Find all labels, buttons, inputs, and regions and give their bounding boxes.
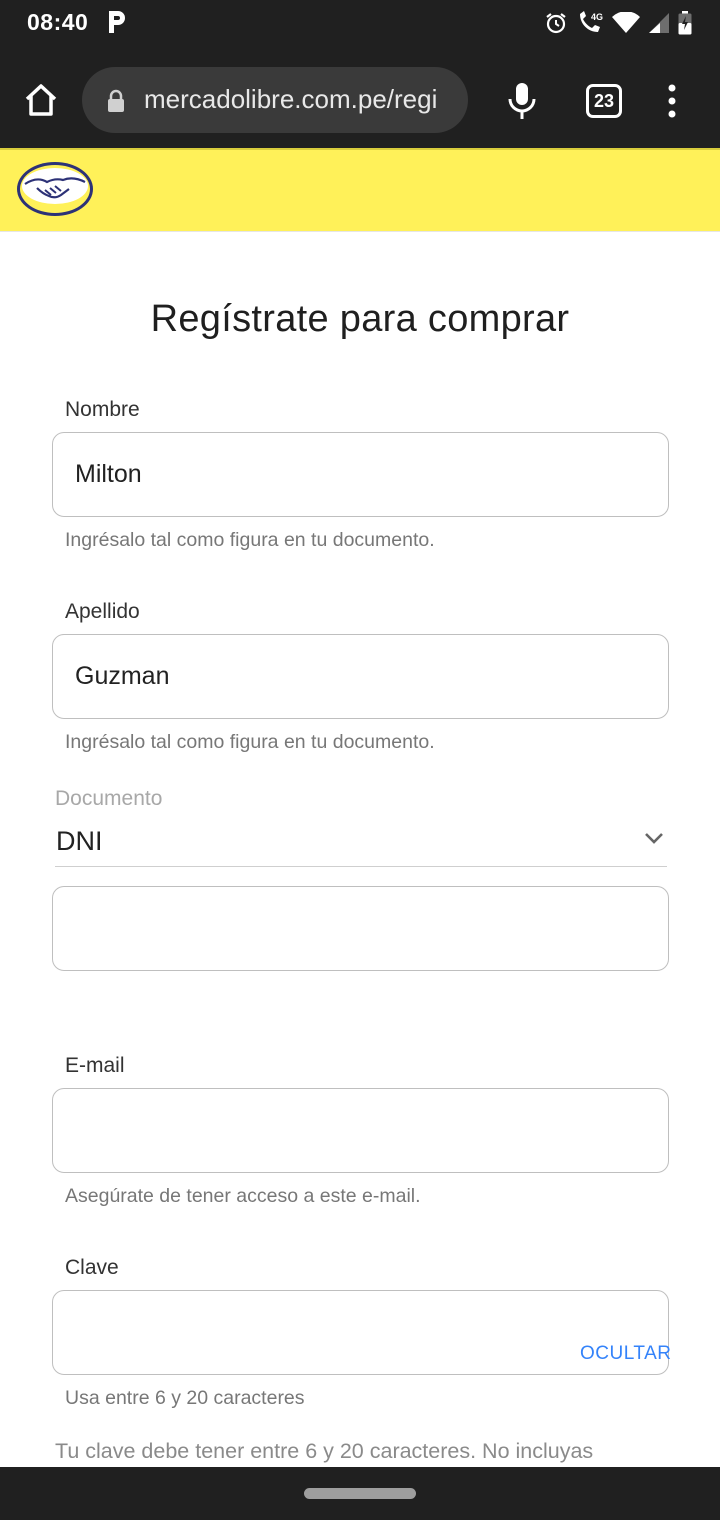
password-input[interactable]: [52, 1290, 669, 1375]
documento-type-value: DNI: [56, 826, 103, 856]
system-navigation-bar: [0, 1467, 720, 1520]
address-bar[interactable]: mercadolibre.com.pe/regi: [82, 67, 468, 133]
documento-type-select[interactable]: DNI: [55, 820, 667, 867]
url-text: mercadolibre.com.pe/regi: [144, 84, 438, 114]
mercadolibre-logo[interactable]: [15, 160, 95, 218]
nombre-input[interactable]: [52, 432, 669, 517]
email-helper: Asegúrate de tener acceso a este e-mail.: [65, 1185, 421, 1207]
documento-label: Documento: [55, 787, 163, 810]
tab-switcher-button[interactable]: 23: [586, 84, 622, 118]
status-bar: 08:40 4G: [0, 0, 720, 48]
battery-icon: [678, 11, 692, 35]
wifi-icon: [612, 12, 640, 33]
lock-icon: [108, 89, 124, 112]
password-requirements-note: Tu clave debe tener entre 6 y 20 caracte…: [55, 1439, 594, 1463]
chevron-down-icon: [645, 833, 663, 844]
cell-signal-icon: [649, 13, 669, 33]
site-header: [0, 148, 720, 232]
more-options-icon[interactable]: [660, 84, 684, 118]
nombre-label: Nombre: [65, 398, 140, 421]
wifi-calling-icon: 4G: [580, 11, 603, 32]
apellido-helper: Ingrésalo tal como figura en tu document…: [65, 731, 435, 753]
home-icon[interactable]: [22, 81, 60, 119]
nombre-helper: Ingrésalo tal como figura en tu document…: [65, 529, 435, 551]
clave-label: Clave: [65, 1256, 119, 1279]
home-gesture-handle[interactable]: [304, 1488, 416, 1499]
hide-password-toggle[interactable]: OCULTAR: [580, 1343, 671, 1365]
parking-app-icon: [109, 11, 125, 33]
clave-helper: Usa entre 6 y 20 caracteres: [65, 1387, 305, 1409]
network-label: 4G: [591, 12, 603, 22]
email-input[interactable]: [52, 1088, 669, 1173]
apellido-input[interactable]: [52, 634, 669, 719]
apellido-label: Apellido: [65, 600, 140, 623]
alarm-icon: [546, 13, 566, 34]
status-time: 08:40: [27, 9, 89, 35]
page-title: Regístrate para comprar: [150, 298, 570, 340]
microphone-icon[interactable]: [506, 82, 538, 120]
status-icons: 4G: [544, 10, 692, 36]
documento-number-input[interactable]: [52, 886, 669, 971]
browser-toolbar: mercadolibre.com.pe/regi 23: [0, 48, 720, 148]
email-label: E-mail: [65, 1054, 125, 1077]
